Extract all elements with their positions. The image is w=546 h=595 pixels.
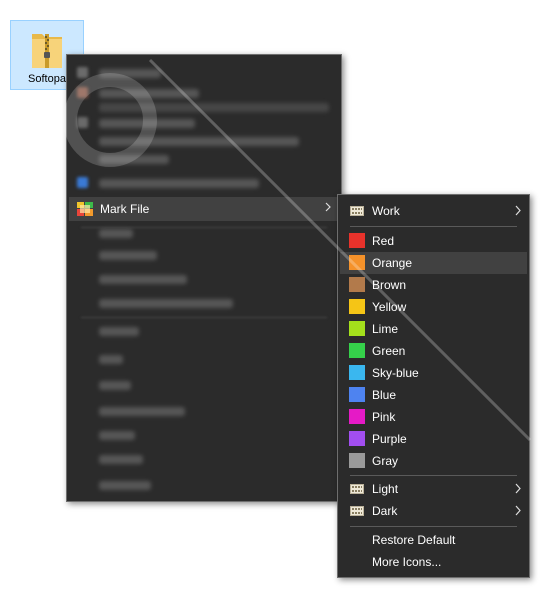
color-swatch-icon — [349, 277, 365, 292]
color-label: Orange — [372, 256, 413, 270]
light-label: Light — [372, 482, 399, 496]
blurred-icon — [77, 67, 88, 78]
blurred-item[interactable] — [99, 103, 329, 112]
blurred-item[interactable] — [99, 327, 139, 336]
color-swatch-icon — [349, 255, 365, 270]
blurred-item[interactable] — [99, 137, 299, 146]
color-item-sky-blue[interactable]: Sky-blue — [340, 362, 527, 384]
chevron-right-icon — [515, 205, 521, 216]
sheet-icon — [350, 506, 364, 516]
more-icons-item[interactable]: More Icons... — [340, 551, 527, 573]
color-label: Brown — [372, 278, 407, 292]
menu-separator — [81, 317, 327, 318]
blurred-item[interactable] — [99, 89, 199, 98]
blurred-item[interactable] — [99, 229, 133, 238]
menu-separator — [350, 475, 517, 476]
blurred-item[interactable] — [99, 299, 233, 308]
dark-label: Dark — [372, 504, 398, 518]
color-label: Pink — [372, 410, 396, 424]
color-label: Gray — [372, 454, 399, 468]
color-swatch-icon — [349, 409, 365, 424]
submenu-item-light[interactable]: Light — [340, 478, 527, 500]
color-item-green[interactable]: Green — [340, 340, 527, 362]
more-icons-label: More Icons... — [372, 555, 442, 569]
work-label: Work — [372, 204, 400, 218]
color-item-yellow[interactable]: Yellow — [340, 296, 527, 318]
mark-file-menu-item[interactable]: Mark File — [69, 197, 339, 221]
color-item-lime[interactable]: Lime — [340, 318, 527, 340]
color-label: Red — [372, 234, 395, 248]
color-swatch-icon — [349, 343, 365, 358]
sheet-icon — [350, 206, 364, 216]
color-label: Yellow — [372, 300, 407, 314]
blurred-item[interactable] — [99, 69, 161, 78]
color-item-blue[interactable]: Blue — [340, 384, 527, 406]
blurred-item[interactable] — [99, 251, 157, 260]
color-label: Purple — [372, 432, 407, 446]
blurred-item[interactable] — [99, 275, 187, 284]
mark-file-label: Mark File — [100, 202, 150, 216]
blurred-item[interactable] — [99, 381, 131, 390]
submenu-item-dark[interactable]: Dark — [340, 500, 527, 522]
blurred-item[interactable] — [99, 119, 195, 128]
submenu-item-work[interactable]: Work — [340, 200, 527, 222]
color-swatch-icon — [349, 365, 365, 380]
color-swatch-icon — [349, 299, 365, 314]
color-item-gray[interactable]: Gray — [340, 450, 527, 472]
mark-file-icon — [77, 202, 93, 216]
sheet-icon — [350, 484, 364, 494]
chevron-right-icon — [515, 483, 521, 494]
color-swatch-icon — [349, 233, 365, 248]
blurred-icon — [77, 117, 88, 128]
color-item-purple[interactable]: Purple — [340, 428, 527, 450]
chevron-right-icon — [325, 202, 331, 212]
blurred-item[interactable] — [99, 407, 185, 416]
color-label: Green — [372, 344, 406, 358]
mark-file-submenu: Work Red Orange Brown Yellow Lime Green Sky-bl… — [337, 194, 530, 578]
blurred-item[interactable] — [99, 355, 123, 364]
blurred-item[interactable] — [99, 155, 169, 164]
blurred-icon — [77, 87, 88, 98]
color-swatch-icon — [349, 387, 365, 402]
restore-default-label: Restore Default — [372, 533, 456, 547]
color-swatch-icon — [349, 453, 365, 468]
blurred-item[interactable] — [99, 431, 135, 440]
file-context-menu: Mark File — [66, 54, 342, 502]
zip-folder-icon — [32, 34, 62, 68]
color-item-orange[interactable]: Orange — [340, 252, 527, 274]
color-item-brown[interactable]: Brown — [340, 274, 527, 296]
blurred-item[interactable] — [99, 481, 151, 490]
color-item-red[interactable]: Red — [340, 230, 527, 252]
blurred-item[interactable] — [99, 455, 143, 464]
chevron-right-icon — [515, 505, 521, 516]
menu-separator — [350, 526, 517, 527]
menu-separator — [81, 227, 327, 228]
color-label: Sky-blue — [372, 366, 419, 380]
color-item-pink[interactable]: Pink — [340, 406, 527, 428]
color-swatch-icon — [349, 321, 365, 336]
color-label: Blue — [372, 388, 397, 402]
blurred-item[interactable] — [99, 179, 259, 188]
blurred-icon — [77, 177, 88, 188]
color-swatch-icon — [349, 431, 365, 446]
restore-default-item[interactable]: Restore Default — [340, 529, 527, 551]
menu-separator — [350, 226, 517, 227]
color-label: Lime — [372, 322, 399, 336]
